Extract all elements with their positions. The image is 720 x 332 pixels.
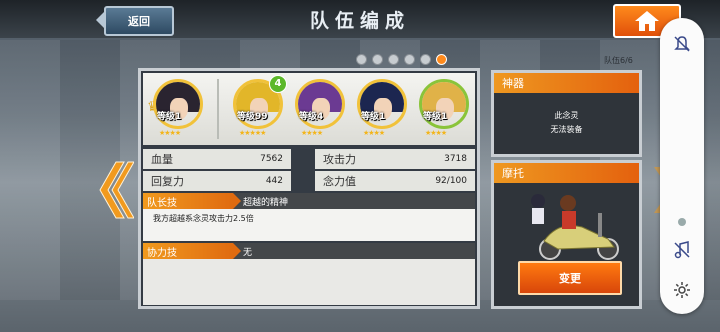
system-dock: [660, 18, 704, 314]
page-indicator: [356, 54, 447, 65]
page-dot[interactable]: [356, 54, 367, 65]
page-dot[interactable]: [420, 54, 431, 65]
change-motorbike-button[interactable]: 变更: [518, 261, 622, 295]
stat-value: 3718: [444, 154, 467, 164]
hero-row: ♛ 等级1 ★★★★ 4 等级99 ★★★★★ 等级4 ★★★★ 等级1 ★★★…: [143, 73, 475, 145]
hero-level: 等级1: [423, 112, 448, 122]
page-title: 队伍编成: [309, 10, 410, 32]
assist-skill-bar: 协力技 无: [143, 243, 475, 259]
leader-divider: [217, 79, 219, 139]
hero-stars: ★★★★: [159, 129, 181, 137]
artifact-message-line: 无法装备: [550, 125, 583, 134]
page-dot[interactable]: [372, 54, 383, 65]
leader-skill-tag: 队长技: [143, 193, 241, 209]
hero-slot-4[interactable]: 等级1 ★★★★: [353, 79, 411, 141]
artifact-message-line: 此念灵: [554, 111, 579, 120]
hero-slot-1[interactable]: ♛ 等级1 ★★★★: [147, 79, 207, 141]
assist-skill-desc: [143, 259, 475, 305]
stat-hp: 血量 7562: [143, 149, 291, 169]
hero-slot-2[interactable]: 4 等级99 ★★★★★: [229, 75, 287, 141]
hero-stars: ★★★★★: [239, 129, 266, 137]
leader-skill-desc: 我方超越系念灵攻击力2.5倍: [143, 209, 475, 241]
assist-skill-name: 无: [243, 248, 253, 258]
evolution-badge: 4: [269, 75, 287, 93]
hero-level: 等级1: [157, 112, 182, 122]
stat-value: 442: [265, 176, 283, 186]
motorbike-title: 摩托: [494, 163, 639, 183]
hero-level: 等级99: [237, 112, 268, 122]
gear-icon[interactable]: [672, 280, 692, 300]
home-icon: [635, 11, 659, 31]
artifact-title: 神器: [494, 73, 639, 93]
page-dot-active[interactable]: [436, 54, 447, 65]
prev-team-arrow-icon[interactable]: [94, 160, 134, 220]
stats-block: 血量 7562 攻击力 3718 回复力 442 念力值 92/100: [143, 147, 475, 191]
page-dot[interactable]: [388, 54, 399, 65]
assist-skill-tag: 协力技: [143, 243, 241, 259]
stat-recovery: 回复力 442: [143, 171, 291, 191]
stat-label: 回复力: [151, 175, 184, 188]
leader-skill-name: 超越的精神: [243, 198, 289, 208]
hero-level: 等级4: [299, 112, 324, 122]
stat-attack: 攻击力 3718: [315, 149, 475, 169]
stat-label: 血量: [151, 153, 173, 166]
stat-label: 念力值: [323, 175, 356, 188]
hero-level: 等级1: [361, 112, 386, 122]
team-count: 队伍6/6: [604, 56, 633, 65]
hero-slot-5[interactable]: 等级1 ★★★★: [415, 79, 473, 141]
hero-slot-3[interactable]: 等级4 ★★★★: [291, 79, 349, 141]
page-dot[interactable]: [404, 54, 415, 65]
hero-stars: ★★★★: [363, 129, 385, 137]
artifact-message: 此念灵 无法装备: [494, 109, 639, 137]
stat-value: 7562: [260, 154, 283, 164]
bell-off-icon[interactable]: [672, 34, 692, 54]
stat-label: 攻击力: [323, 153, 356, 166]
hero-stars: ★★★★: [301, 129, 323, 137]
motorbike-panel: 摩托 变更: [491, 160, 642, 309]
stat-spirit: 念力值 92/100: [315, 171, 475, 191]
artifact-panel[interactable]: 神器 此念灵 无法装备: [491, 70, 642, 157]
dock-handle[interactable]: [678, 218, 686, 226]
hero-stars: ★★★★: [425, 129, 447, 137]
motorbike-illustration: [531, 194, 619, 260]
team-panel: ♛ 等级1 ★★★★ 4 等级99 ★★★★★ 等级4 ★★★★ 等级1 ★★★…: [138, 68, 480, 309]
stat-value: 92/100: [435, 176, 467, 186]
leader-skill-bar: 队长技 超越的精神: [143, 193, 475, 209]
music-off-icon[interactable]: [672, 240, 692, 260]
